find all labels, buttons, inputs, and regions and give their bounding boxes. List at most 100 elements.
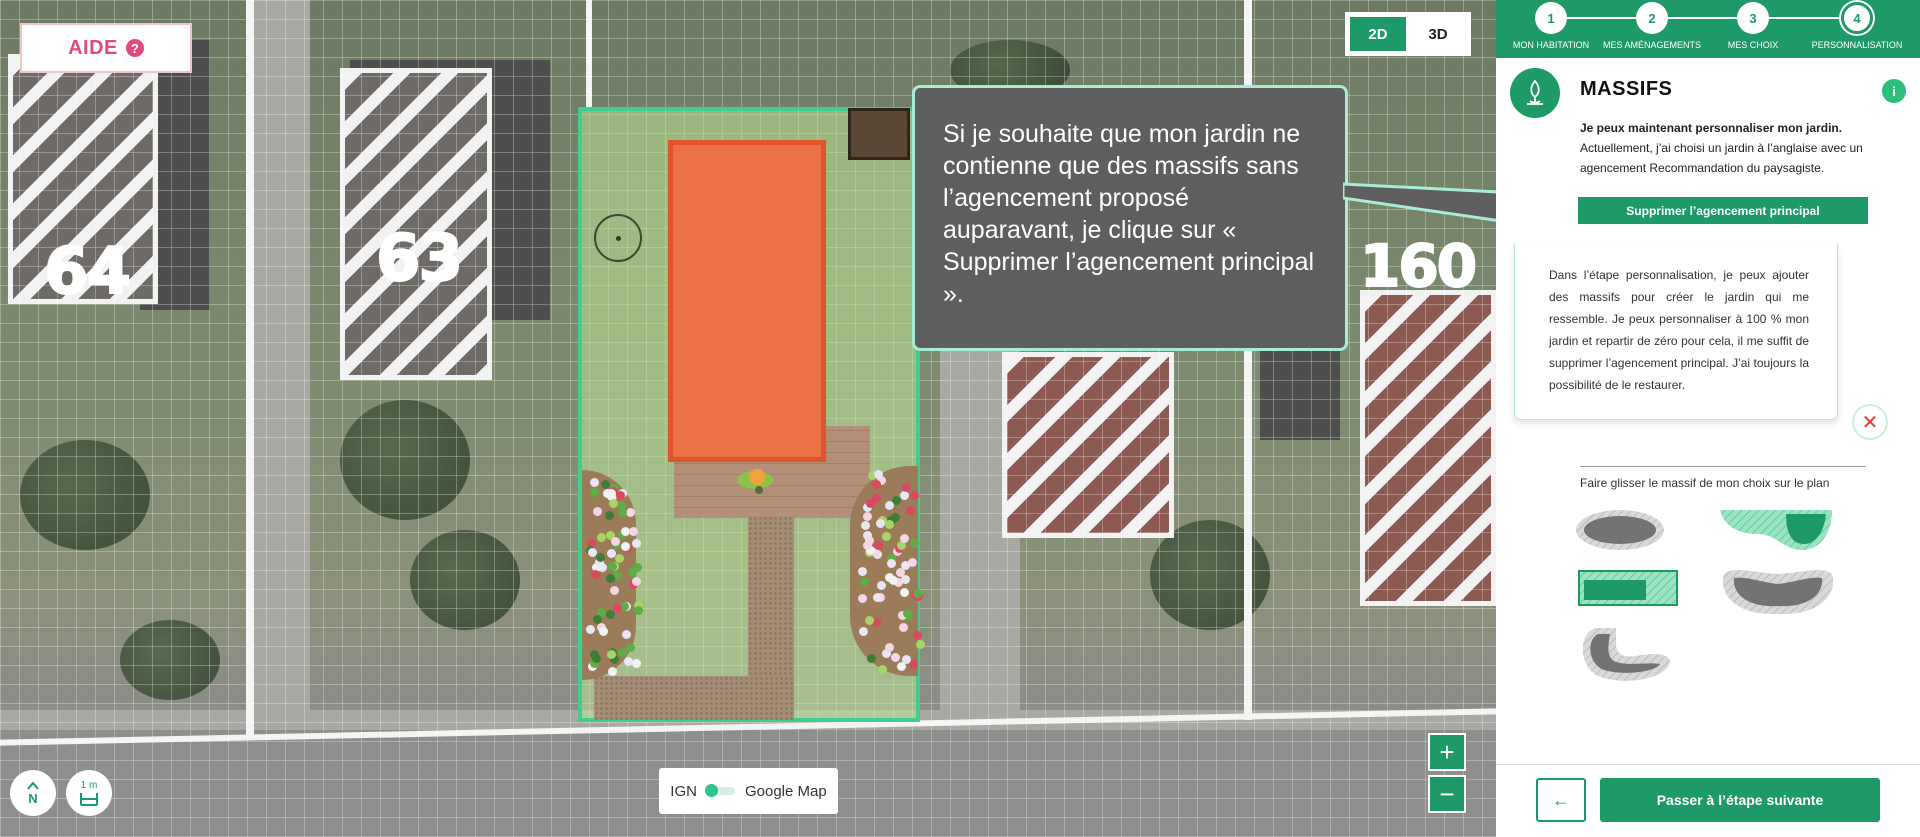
flower-dot bbox=[629, 526, 639, 536]
next-step-button[interactable]: Passer à l’étape suivante bbox=[1600, 778, 1880, 822]
flower-dot bbox=[912, 630, 922, 640]
scale-button[interactable]: 1 m bbox=[66, 770, 112, 816]
section-intro: Je peux maintenant personnaliser mon jar… bbox=[1580, 118, 1880, 178]
tooltip-text: Si je souhaite que mon jardin ne contien… bbox=[943, 120, 1315, 308]
help-box-text: Dans l’étape personnalisation, je peux a… bbox=[1549, 268, 1809, 392]
flower-dot bbox=[862, 512, 872, 522]
back-button[interactable]: ← bbox=[1536, 778, 1586, 822]
footer-divider bbox=[1496, 764, 1920, 765]
step-personnalisation[interactable]: 4 PERSONNALISATION bbox=[1802, 0, 1912, 50]
step-number: 1 bbox=[1535, 2, 1567, 34]
help-button[interactable]: AIDE ? bbox=[20, 23, 192, 73]
step-label: MES AMÉNAGEMENTS bbox=[1602, 40, 1701, 50]
drag-instruction: Faire glisser le massif de mon choix sur… bbox=[1580, 476, 1830, 490]
view-3d-button[interactable]: 3D bbox=[1410, 17, 1466, 51]
help-button-label: AIDE bbox=[68, 36, 118, 59]
tutorial-tooltip: Si je souhaite que mon jardin ne contien… bbox=[912, 85, 1348, 351]
flower-dot bbox=[896, 662, 906, 672]
progress-stepper: 1 MON HABITATION 2 MES AMÉNAGEMENTS 3 ME… bbox=[1496, 0, 1920, 58]
flower-dot bbox=[874, 540, 883, 550]
step-mes-amenagements[interactable]: 2 MES AMÉNAGEMENTS bbox=[1597, 0, 1707, 50]
massif-rectangle[interactable] bbox=[1578, 570, 1678, 606]
flower-dot bbox=[596, 552, 606, 562]
close-help-button[interactable]: ✕ bbox=[1852, 404, 1888, 440]
swimming-pool[interactable] bbox=[668, 140, 826, 462]
massif-hook[interactable] bbox=[1576, 626, 1672, 682]
flower-dot bbox=[589, 487, 599, 497]
zoom-out-button[interactable]: − bbox=[1428, 775, 1466, 813]
flower-dot bbox=[617, 647, 627, 657]
gravel-path[interactable] bbox=[594, 676, 794, 720]
flower-dot bbox=[592, 506, 602, 516]
step-label: MON HABITATION bbox=[1512, 40, 1590, 50]
flower-dot bbox=[633, 605, 643, 615]
massif-kidney[interactable] bbox=[1720, 564, 1836, 618]
flower-dot bbox=[900, 490, 910, 500]
intro-text: Actuellement, j’ai choisi un jardin à l’… bbox=[1580, 141, 1863, 175]
zoom-in-button[interactable]: + bbox=[1428, 733, 1466, 771]
step-label: PERSONNALISATION bbox=[1811, 40, 1903, 50]
step-label: MES CHOIX bbox=[1727, 40, 1779, 50]
garden-shed[interactable] bbox=[848, 108, 910, 160]
flower-dot bbox=[632, 576, 642, 586]
flower-dot bbox=[604, 510, 614, 520]
side-panel: 1 MON HABITATION 2 MES AMÉNAGEMENTS 3 ME… bbox=[1496, 0, 1920, 837]
flower-dot bbox=[884, 573, 894, 583]
flower-dot bbox=[864, 535, 874, 545]
flower-dot bbox=[899, 587, 909, 597]
flower-dot bbox=[898, 623, 908, 633]
help-box: Dans l’étape personnalisation, je peux a… bbox=[1514, 244, 1838, 420]
flower-dot bbox=[609, 586, 619, 596]
flower-dot bbox=[621, 541, 631, 551]
close-icon: ✕ bbox=[1861, 411, 1879, 434]
flower-dot bbox=[605, 573, 615, 583]
person-figure-icon bbox=[737, 469, 773, 494]
flower-dot bbox=[608, 499, 618, 509]
flower-dot bbox=[600, 479, 610, 489]
step-mon-habitation[interactable]: 1 MON HABITATION bbox=[1496, 0, 1606, 50]
map-layer-switch[interactable]: IGN Google Map bbox=[659, 768, 838, 814]
north-button[interactable]: N bbox=[10, 770, 56, 816]
layer-toggle-switch[interactable] bbox=[704, 784, 735, 797]
step-number: 4 bbox=[1841, 2, 1873, 34]
step-number: 2 bbox=[1636, 2, 1668, 34]
divider bbox=[1580, 466, 1866, 467]
flower-dot bbox=[884, 643, 894, 653]
view-mode-toggle: 2D 3D bbox=[1345, 12, 1471, 56]
flower-dot bbox=[875, 518, 885, 528]
view-2d-button[interactable]: 2D bbox=[1350, 17, 1406, 51]
flower-dot bbox=[891, 652, 901, 662]
flower-dot bbox=[886, 558, 896, 568]
intro-bold: Je peux maintenant personnaliser mon jar… bbox=[1580, 121, 1843, 135]
flower-dot bbox=[591, 653, 601, 663]
step-mes-choix[interactable]: 3 MES CHOIX bbox=[1698, 0, 1808, 50]
section-title: MASSIFS bbox=[1580, 78, 1673, 100]
scale-ruler-icon bbox=[80, 792, 98, 806]
garden-map[interactable]: 64 63 160 AIDE ? 2D 3D Si je souhaite qu… bbox=[0, 0, 1496, 837]
question-icon: ? bbox=[125, 39, 144, 57]
flower-dot bbox=[607, 561, 617, 571]
massif-ellipse[interactable] bbox=[1574, 508, 1666, 552]
scale-label: 1 m bbox=[80, 779, 98, 791]
flower-dot bbox=[900, 533, 910, 543]
north-arrow-icon bbox=[27, 780, 39, 790]
flower-dot bbox=[915, 639, 925, 649]
flower-dot bbox=[906, 505, 916, 515]
flower-dot bbox=[903, 608, 913, 618]
remove-main-layout-button[interactable]: Supprimer l’agencement principal bbox=[1578, 197, 1868, 224]
flower-dot bbox=[631, 538, 641, 548]
flower-dot bbox=[625, 507, 635, 517]
tree-icon bbox=[1510, 68, 1560, 118]
north-label: N bbox=[28, 790, 38, 806]
zoom-controls: + − bbox=[1428, 733, 1466, 813]
step-number: 3 bbox=[1737, 2, 1769, 34]
flower-dot bbox=[909, 538, 919, 548]
info-icon[interactable]: i bbox=[1882, 79, 1906, 103]
orientation-marker[interactable] bbox=[594, 214, 642, 262]
massif-crescent[interactable] bbox=[1718, 508, 1834, 552]
flower-dot bbox=[623, 656, 633, 666]
flower-dot bbox=[859, 577, 869, 587]
layer-google-label: Google Map bbox=[744, 782, 827, 800]
flower-dot bbox=[872, 593, 882, 603]
arrow-left-icon: ← bbox=[1552, 789, 1570, 810]
